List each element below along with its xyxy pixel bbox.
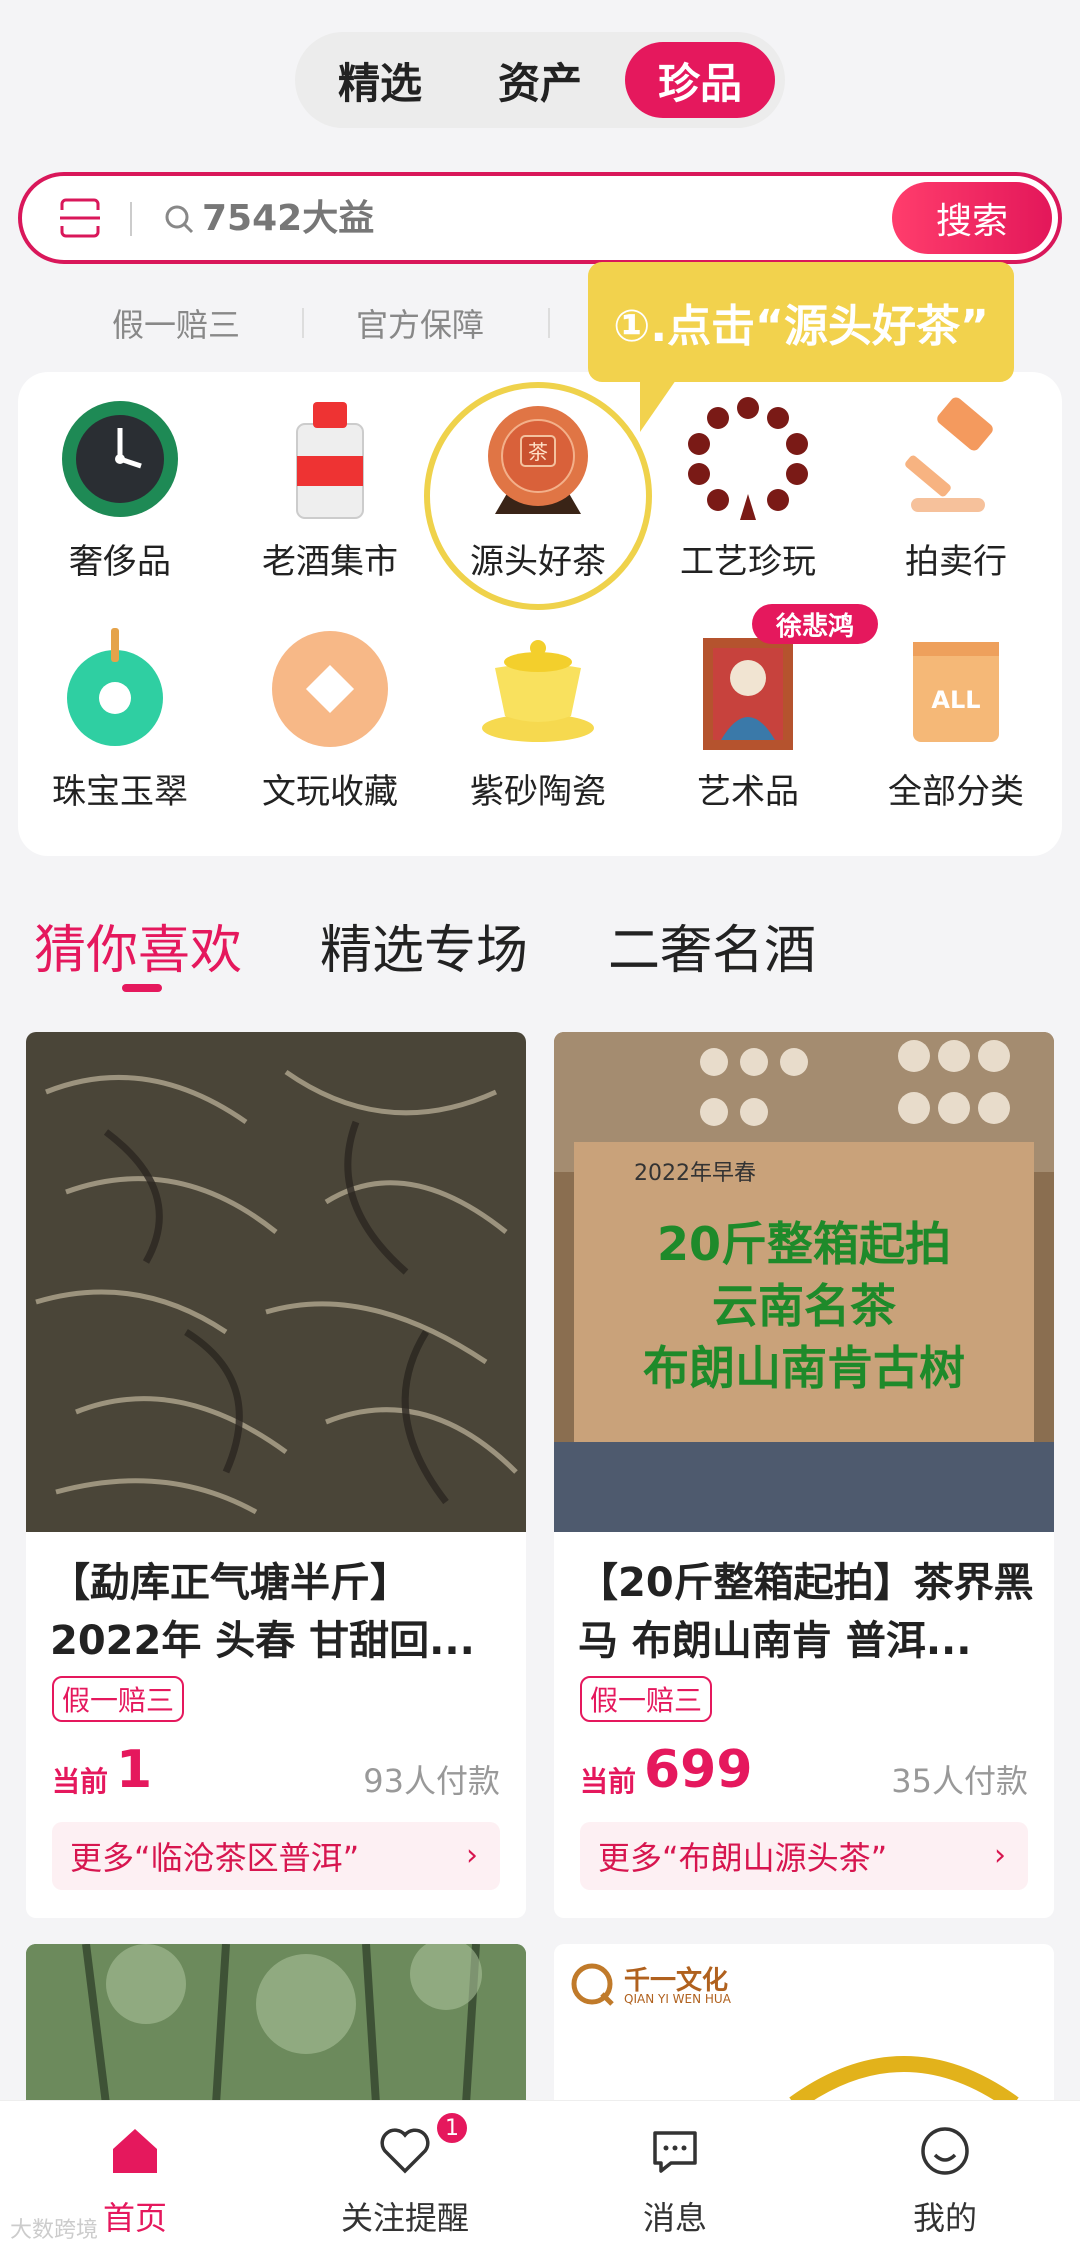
category-jewelry[interactable]: 珠宝玉翠 [30,624,210,813]
nav-label: 消息 [642,2199,707,2237]
nav-profile[interactable]: 我的 [837,2101,1053,2250]
tab-zichan[interactable]: 资产 [465,42,615,118]
teacup-icon [482,640,594,742]
category-label: 珠宝玉翠 [52,772,188,812]
watch-icon [62,401,178,517]
category-label: 紫砂陶瓷 [470,772,606,812]
tab-jingxuan[interactable]: 精选 [305,42,455,118]
search-icon [165,205,194,234]
svg-text:茶: 茶 [528,440,548,464]
category-label: 源头好茶 [470,542,606,582]
tooltip: ①.点击“源头好茶” [588,262,1014,382]
more-label: 更多“布朗山源头茶” [598,1839,888,1877]
chevron-right-icon: › [466,1838,478,1873]
gavel-icon [905,397,993,512]
search-bar: 7542大益 搜索 [18,172,1062,264]
box-text-3: 布朗山南肯古树 [643,1341,965,1395]
search-button[interactable]: 搜索 [892,182,1052,254]
svg-text:ALL: ALL [931,686,980,714]
category-label: 全部分类 [888,772,1024,812]
product-image [26,1944,526,2104]
category-label: 文玩收藏 [262,772,398,812]
coin-icon [272,631,388,747]
guarantee-fake-pay-three: 假一赔三 [112,306,241,344]
box-text-1: 20斤整箱起拍 [657,1217,951,1271]
category-source-tea[interactable]: 茶 源头好茶 [448,394,628,583]
product-card[interactable]: 【勐库正气塘半斤】2022年 头春 甘甜回... 假一赔三 当前 1 93人付款… [26,1032,526,1918]
category-ceramics[interactable]: 紫砂陶瓷 [448,624,628,813]
more-link[interactable]: 更多“布朗山源头茶” › [580,1822,1028,1890]
tea-cake-icon: 茶 [488,406,588,514]
liquor-bottle-icon [296,402,364,519]
search-divider [130,202,132,236]
category-crafts[interactable]: 工艺珍玩 [658,394,838,583]
product-card[interactable]: 2022年早春 20斤整箱起拍 云南名茶 布朗山南肯古树 【20斤整箱起拍】茶界… [554,1032,1054,1918]
category-art[interactable]: 艺术品 [658,624,838,813]
product-title: 【勐库正气塘半斤】2022年 头春 甘甜回... [50,1560,475,1664]
guarantee-tag: 假一赔三 [52,1676,185,1722]
box-text-2: 云南名茶 [712,1279,897,1333]
more-label: 更多“临沧茶区普洱” [70,1839,360,1877]
product-image [26,1032,526,1532]
chevron-right-icon: › [994,1838,1006,1873]
jade-ring-icon [67,628,163,746]
category-label: 老酒集市 [262,542,398,582]
guarantee-tag: 假一赔三 [580,1676,713,1722]
nav-label: 关注提醒 [340,2199,469,2237]
heart-icon [380,2128,430,2174]
category-luxury[interactable]: 奢侈品 [30,394,210,583]
product-card[interactable] [26,1944,526,2104]
category-label: 奢侈品 [69,542,171,582]
more-link[interactable]: 更多“临沧茶区普洱” › [52,1822,500,1890]
feed-tab-indicator [122,984,162,992]
nav-label: 我的 [912,2199,977,2237]
category-label: 艺术品 [697,772,799,812]
feed-tab-recommend[interactable]: 猜你喜欢 [34,908,242,983]
box-icon: ALL [913,642,999,742]
guarantee-official: 官方保障 [356,306,485,344]
price: 699 [644,1740,753,1800]
scan-icon[interactable] [58,196,102,240]
profile-icon [921,2127,969,2175]
payers-count: 93人付款 [363,1762,500,1800]
product-image: 2022年早春 20斤整箱起拍 云南名茶 布朗山南肯古树 [554,1032,1054,1532]
price-prefix: 当前 [52,1765,109,1798]
nav-messages[interactable]: 消息 [567,2101,783,2250]
bottom-nav: 首页 1 关注提醒 消息 我的 [0,2100,1080,2250]
top-segmented-tabs: 精选 资产 珍品 [295,32,785,128]
payers-count: 35人付款 [891,1762,1028,1800]
message-icon [653,2131,697,2173]
home-icon [113,2129,157,2173]
feed-tab-liquor[interactable]: 二奢名酒 [608,908,816,983]
price-prefix: 当前 [580,1765,637,1798]
divider [548,308,550,338]
category-label: 工艺珍玩 [680,542,816,582]
tooltip-arrow [640,380,676,432]
category-old-liquor[interactable]: 老酒集市 [240,394,420,583]
category-all[interactable]: ALL 全部分类 [866,624,1046,813]
brand-logo-icon [571,1963,614,2006]
feed-tab-special[interactable]: 精选专场 [320,908,528,983]
search-input[interactable]: 7542大益 [202,196,374,242]
category-label: 拍卖行 [905,542,1007,582]
product-title: 【20斤整箱起拍】茶界黑马 布朗山南肯 普洱... [578,1560,1034,1664]
notification-badge: 1 [435,2111,469,2145]
tab-zhenpin[interactable]: 珍品 [625,42,775,118]
category-collectibles[interactable]: 文玩收藏 [240,624,420,813]
bead-bracelet-icon [688,397,808,520]
watermark: 大数跨境 [10,2218,99,2243]
product-card[interactable]: 千一文化 QIAN YI WEN HUA [554,1944,1054,2104]
art-badge: 徐悲鸿 [752,604,878,644]
nav-follow[interactable]: 1 关注提醒 [297,2101,513,2250]
box-handwriting: 2022年早春 [634,1161,756,1186]
price: 1 [116,1740,153,1800]
category-auction[interactable]: 拍卖行 [866,394,1046,583]
bangle-image [789,2056,1019,2104]
brand-sub: QIAN YI WEN HUA [624,1992,731,2006]
divider [302,308,304,338]
